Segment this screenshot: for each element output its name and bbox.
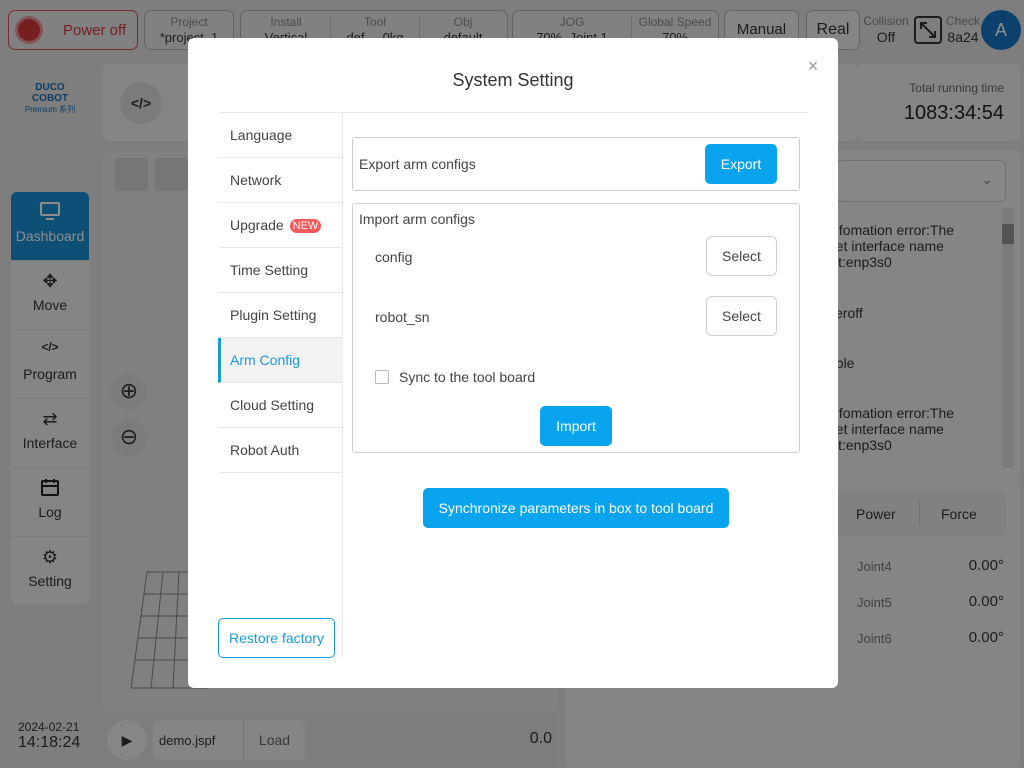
menu-item-arm-config[interactable]: Arm Config <box>218 338 343 383</box>
menu-item-robot-auth[interactable]: Robot Auth <box>218 428 343 473</box>
export-section: Export arm configs Export <box>352 137 800 191</box>
restore-factory-button[interactable]: Restore factory <box>218 618 335 658</box>
dialog-title: System Setting <box>452 70 574 90</box>
settings-menu: Language Network Upgrade NEW Time Settin… <box>218 113 343 658</box>
menu-item-language[interactable]: Language <box>218 113 343 158</box>
import-section: Import arm configs config Select robot_s… <box>352 203 800 453</box>
select-robot-sn-button[interactable]: Select <box>706 296 777 336</box>
menu-item-time-setting[interactable]: Time Setting <box>218 248 343 293</box>
import-button[interactable]: Import <box>540 406 612 446</box>
menu-item-network[interactable]: Network <box>218 158 343 203</box>
new-badge: NEW <box>289 219 322 233</box>
menu-item-label: Upgrade <box>230 217 284 233</box>
menu-item-plugin-setting[interactable]: Plugin Setting <box>218 293 343 338</box>
system-setting-dialog: System Setting × Language Network Upgrad… <box>188 38 838 688</box>
select-config-button[interactable]: Select <box>706 236 777 276</box>
sync-parameters-button[interactable]: Synchronize parameters in box to tool bo… <box>423 488 729 528</box>
sync-tool-board-checkbox[interactable] <box>375 370 389 384</box>
close-icon[interactable]: × <box>804 57 822 75</box>
config-label: config <box>375 249 413 265</box>
menu-item-cloud-setting[interactable]: Cloud Setting <box>218 383 343 428</box>
menu-item-upgrade[interactable]: Upgrade NEW <box>218 203 343 248</box>
robot-sn-label: robot_sn <box>375 309 430 325</box>
export-label: Export arm configs <box>359 156 476 172</box>
sync-tool-board-label: Sync to the tool board <box>399 369 536 385</box>
export-button[interactable]: Export <box>705 144 777 184</box>
import-label: Import arm configs <box>359 211 475 227</box>
